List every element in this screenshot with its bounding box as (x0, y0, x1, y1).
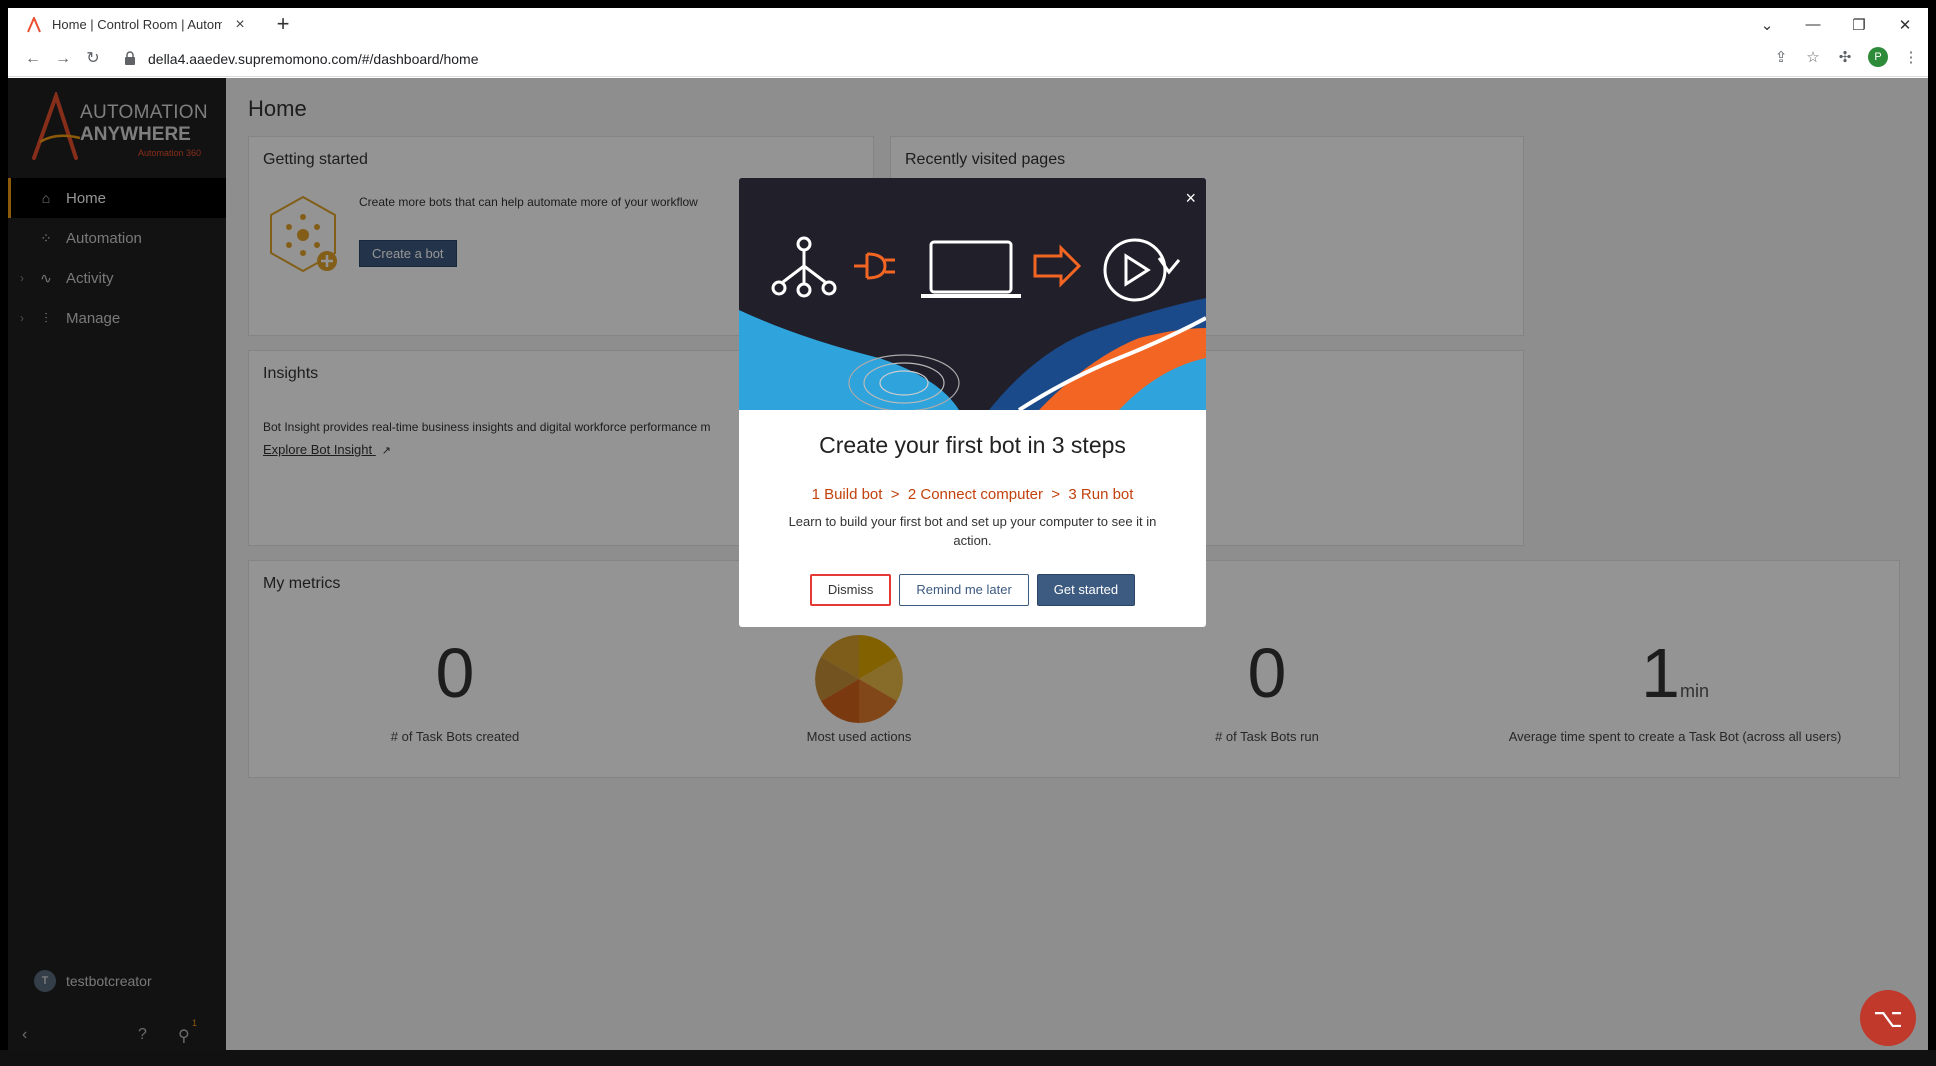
minimize-button[interactable]: — (1790, 16, 1836, 33)
modal-description: Learn to build your first bot and set up… (788, 514, 1157, 548)
tab-bar: Home | Control Room | Automat × + ⌄ — ❐ … (8, 8, 1928, 41)
address-bar: ← → ↻ della4.aaedev.supremomono.com/#/da… (8, 41, 1928, 77)
lock-icon[interactable] (124, 51, 136, 65)
browser-menu-icon[interactable]: ⋮ (1902, 48, 1920, 66)
url-input[interactable]: della4.aaedev.supremomono.com/#/dashboar… (148, 51, 479, 67)
remind-me-later-button[interactable]: Remind me later (899, 574, 1029, 606)
forward-icon[interactable]: → (52, 48, 74, 70)
back-icon[interactable]: ← (22, 48, 44, 70)
reload-icon[interactable]: ↻ (82, 48, 104, 70)
os-taskbar (0, 1050, 1936, 1066)
browser-tab[interactable]: Home | Control Room | Automat × (16, 8, 258, 41)
window-controls: ⌄ — ❐ ✕ (1744, 8, 1928, 41)
close-window-button[interactable]: ✕ (1882, 16, 1928, 34)
guide-help-button[interactable]: ⌥ (1860, 990, 1916, 1046)
dismiss-button[interactable]: Dismiss (809, 574, 892, 606)
new-tab-button[interactable]: + (270, 12, 296, 38)
tab-close-icon[interactable]: × (232, 16, 248, 34)
share-icon[interactable]: ⇪ (1772, 48, 1790, 66)
tab-title: Home | Control Room | Automat (52, 17, 222, 32)
first-bot-modal: × Create your first bot in 3 steps 1 Bui… (739, 178, 1206, 627)
modal-actions: Dismiss Remind me later Get started (739, 574, 1206, 606)
modal-close-icon[interactable]: × (1185, 188, 1196, 209)
restore-button[interactable]: ❐ (1836, 16, 1882, 34)
extensions-icon[interactable]: ✣ (1836, 48, 1854, 66)
address-actions: ⇪ ☆ ✣ P ⋮ (1772, 47, 1920, 67)
modal-title: Create your first bot in 3 steps (819, 432, 1126, 458)
automation-anywhere-favicon-icon (27, 16, 41, 32)
tab-search-icon[interactable]: ⌄ (1744, 16, 1790, 34)
bookmark-star-icon[interactable]: ☆ (1804, 48, 1822, 66)
modal-banner-illustration (739, 178, 1206, 410)
control-room-app: AUTOMATION ANYWHERE Automation 360 ⌂ Hom… (8, 78, 1928, 1058)
profile-avatar[interactable]: P (1868, 47, 1888, 67)
modal-steps: 1 Build bot > 2 Connect computer > 3 Run… (811, 486, 1134, 503)
get-started-button[interactable]: Get started (1036, 574, 1136, 606)
browser-window: Home | Control Room | Automat × + ⌄ — ❐ … (8, 8, 1928, 1058)
